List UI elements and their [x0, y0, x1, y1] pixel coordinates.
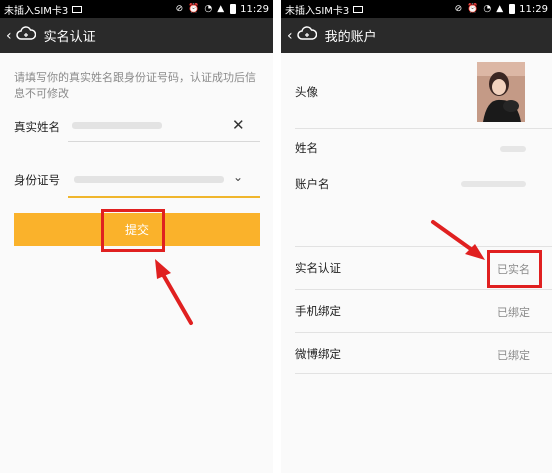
phone-label: 手机绑定: [295, 304, 341, 318]
page-title: 实名认证: [43, 30, 96, 45]
battery-icon: [509, 4, 516, 14]
page-title: 我的账户: [324, 30, 377, 45]
signal-icon: ▲: [496, 4, 504, 14]
clear-icon[interactable]: ✕: [232, 116, 245, 134]
id-label: 身份证号: [14, 173, 60, 187]
alarm-icon: ⏰: [467, 4, 479, 14]
status-bar: 未插入SIM卡3 ⊘ ⏰ ◔ ▲ 11:29: [0, 0, 273, 18]
title-bar: ‹ 实名认证: [0, 18, 273, 53]
wifi-icon: ◔: [204, 4, 213, 14]
silent-icon: ⊘: [175, 4, 184, 14]
back-icon[interactable]: ‹: [6, 28, 12, 44]
clock: 11:29: [519, 3, 548, 15]
back-icon[interactable]: ‹: [287, 28, 293, 44]
account-label: 账户名: [295, 177, 330, 191]
weibo-label: 微博绑定: [295, 347, 341, 361]
name-label: 姓名: [295, 141, 318, 155]
name-input-value: [72, 122, 162, 129]
realname-screen: 未插入SIM卡3 ⊘ ⏰ ◔ ▲ 11:29 ‹ 实名认证 请填写你的真实姓名跟…: [0, 0, 273, 473]
arrow-icon: [155, 259, 193, 325]
highlight-box: [101, 209, 165, 252]
hint-text: 请填写你的真实姓名跟身份证号码，认证成功后信息不可修改: [14, 71, 256, 100]
row-divider: [295, 373, 552, 374]
row-divider: [295, 128, 552, 129]
name-label: 真实姓名: [14, 120, 60, 134]
divider: [273, 0, 281, 473]
id-input[interactable]: [68, 166, 260, 194]
chevron-down-icon[interactable]: ⌄: [233, 170, 243, 184]
realname-label: 实名认证: [295, 261, 341, 275]
weibo-status: 已绑定: [497, 349, 530, 362]
battery-icon: [230, 4, 237, 14]
account-value: [461, 181, 526, 187]
sim-icon: [353, 5, 364, 13]
name-value: [500, 146, 526, 152]
wifi-icon: ◔: [483, 4, 492, 14]
id-input-value: [74, 176, 224, 183]
phone-status: 已绑定: [497, 306, 530, 319]
status-bar: 未插入SIM卡3 ⊘ ⏰ ◔ ▲ 11:29: [281, 0, 552, 18]
weibo-bind-row[interactable]: 微博绑定 已绑定: [281, 333, 552, 373]
avatar-label: 头像: [295, 85, 318, 99]
highlight-box: [487, 250, 542, 288]
title-bar: ‹ 我的账户: [281, 18, 552, 53]
sim-icon: [72, 5, 83, 13]
carrier-text: 未插入SIM卡3: [4, 5, 69, 17]
clock: 11:29: [240, 3, 269, 15]
avatar[interactable]: [477, 62, 525, 122]
cloud-icon: [15, 25, 36, 46]
alarm-icon: ⏰: [188, 4, 200, 14]
arrow-icon: [431, 220, 485, 260]
cloud-icon: [296, 25, 317, 46]
carrier-text: 未插入SIM卡3: [285, 5, 350, 17]
id-underline: [68, 196, 260, 198]
phone-bind-row[interactable]: 手机绑定 已绑定: [281, 290, 552, 332]
account-screen: 未插入SIM卡3 ⊘ ⏰ ◔ ▲ 11:29 ‹ 我的账户 头像 姓名 账户名 …: [281, 0, 552, 473]
name-underline: [68, 141, 260, 142]
silent-icon: ⊘: [454, 4, 463, 14]
signal-icon: ▲: [217, 4, 225, 14]
